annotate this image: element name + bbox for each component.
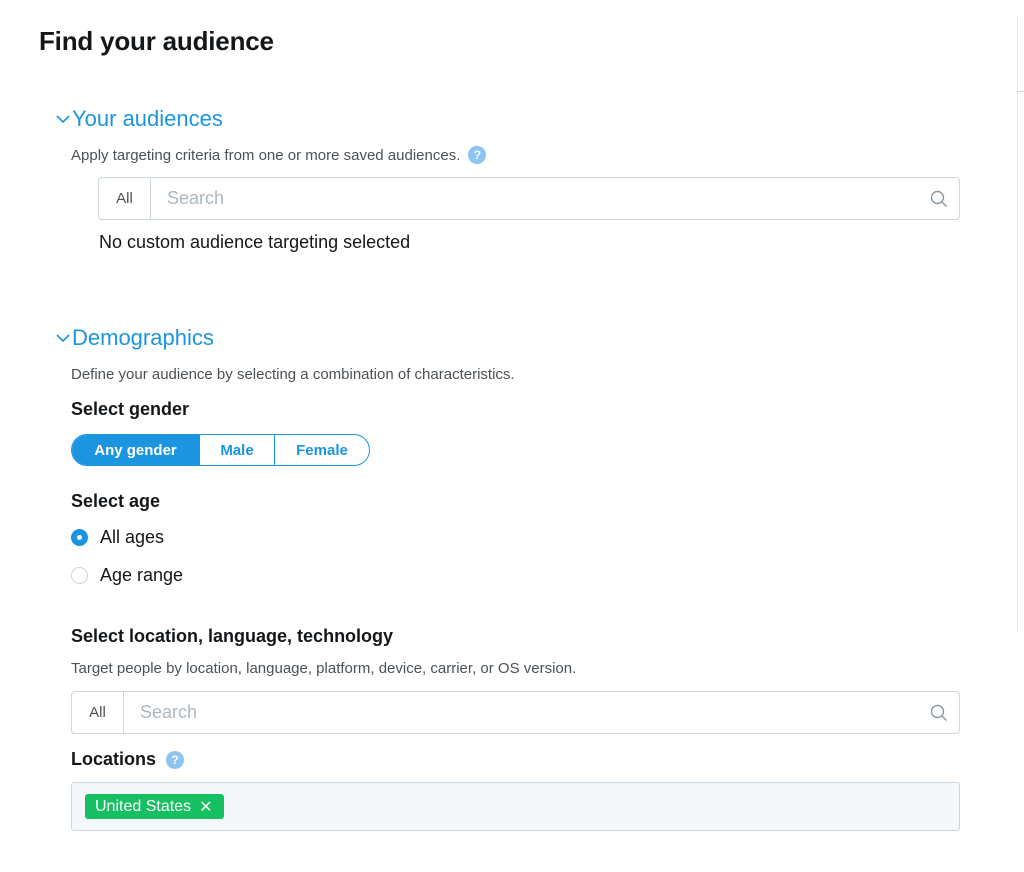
age-option-label: Age range (100, 565, 184, 585)
location-search-input[interactable] (124, 692, 919, 733)
chevron-down-icon (56, 115, 70, 124)
search-scope-dropdown[interactable]: All (99, 178, 151, 219)
location-tag-label: United States (95, 797, 192, 815)
your-audiences-toggle[interactable]: Your audiences (54, 106, 223, 132)
age-option-label: All ages (100, 527, 165, 547)
selected-locations-box[interactable]: United States ✕ (71, 782, 960, 831)
your-audiences-description: Apply targeting criteria from one or mor… (71, 146, 487, 164)
close-icon[interactable]: ✕ (199, 797, 212, 817)
radio-unchecked[interactable] (71, 567, 88, 584)
description-text: Define your audience by selecting a comb… (71, 366, 515, 383)
gender-selector: Any gender Male Female (71, 434, 370, 466)
section-title-your-audiences: Your audiences (72, 106, 223, 131)
locations-label-row: Locations ? (71, 749, 185, 770)
location-description: Target people by location, language, pla… (71, 660, 576, 677)
panel-divider-tick (1017, 91, 1024, 92)
gender-option-any[interactable]: Any gender (72, 435, 199, 465)
description-text: Apply targeting criteria from one or mor… (71, 146, 461, 164)
radio-checked[interactable] (71, 529, 88, 546)
page-title: Find your audience (39, 26, 274, 56)
audience-search-input[interactable] (151, 178, 919, 219)
search-icon[interactable] (919, 178, 959, 219)
gender-option-female[interactable]: Female (274, 435, 369, 465)
panel-divider (1017, 15, 1018, 633)
demographics-description: Define your audience by selecting a comb… (71, 366, 515, 383)
audience-search: All (98, 177, 960, 220)
description-text: Target people by location, language, pla… (71, 660, 577, 677)
chevron-down-icon (56, 334, 70, 343)
help-icon[interactable]: ? (166, 750, 185, 769)
gender-label: Select gender (71, 399, 190, 419)
locations-label: Locations (71, 749, 157, 769)
search-scope-dropdown[interactable]: All (72, 692, 124, 733)
age-option-range[interactable]: Age range (71, 565, 183, 586)
age-label: Select age (71, 491, 161, 511)
demographics-toggle[interactable]: Demographics (54, 325, 214, 351)
location-label: Select location, language, technology (71, 626, 394, 646)
location-tag: United States ✕ (85, 794, 225, 819)
help-icon[interactable]: ? (468, 146, 487, 164)
no-audience-message: No custom audience targeting selected (99, 232, 411, 252)
gender-option-male[interactable]: Male (199, 435, 274, 465)
section-title-demographics: Demographics (72, 325, 214, 350)
age-option-all[interactable]: All ages (71, 527, 164, 548)
location-search: All (71, 691, 960, 734)
search-icon[interactable] (919, 692, 959, 733)
